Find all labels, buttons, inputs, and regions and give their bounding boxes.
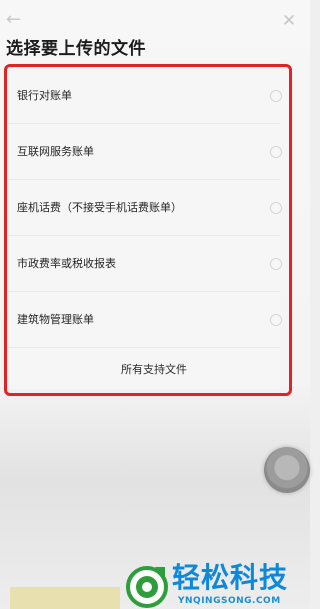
arrow-left-icon[interactable]: ← (6, 10, 28, 30)
watermark-logo-icon (126, 566, 168, 608)
floating-assistive-button[interactable] (264, 447, 310, 493)
highlight-annotation-box (4, 64, 292, 396)
watermark-url: YNQINGSONG.COM (178, 596, 281, 606)
bottom-button-partial[interactable] (10, 587, 120, 609)
watermark-brand-name: 轻松科技 (172, 561, 289, 594)
page-title: 选择要上传的文件 (6, 39, 146, 59)
close-icon[interactable]: ✕ (280, 12, 298, 30)
